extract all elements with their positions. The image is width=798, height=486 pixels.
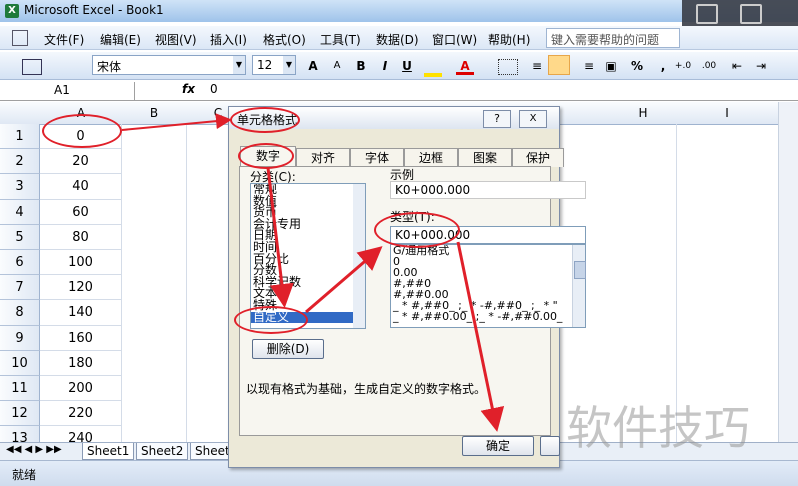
arrow-to-type <box>305 246 383 314</box>
arrow-to-ok <box>456 241 505 432</box>
arrow-to-custom <box>266 167 294 308</box>
watermark: 软件技巧 <box>566 401 750 455</box>
arrow-to-dialog <box>121 113 232 131</box>
